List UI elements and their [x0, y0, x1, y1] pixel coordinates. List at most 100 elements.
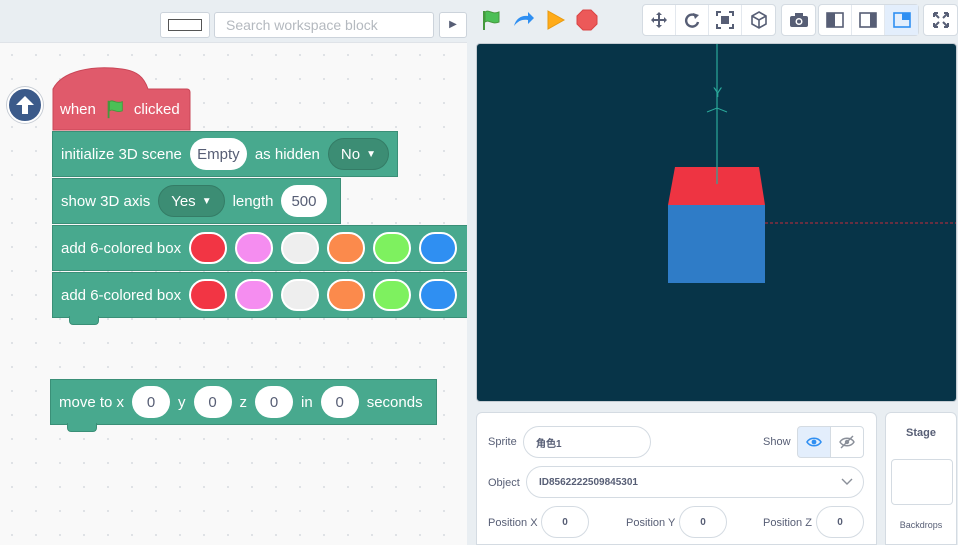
when-label: when	[60, 100, 96, 118]
sprite-info-panel: Sprite 角色1 Show Object ID856222250984530…	[476, 412, 877, 545]
axis-value: Yes	[171, 192, 196, 210]
code-workspace[interactable]: when clicked initialize 3D scene Empty a…	[0, 42, 467, 545]
stage-selector-panel[interactable]: Stage Backdrops	[885, 412, 957, 545]
search-workspace-input[interactable]: Search workspace block	[214, 12, 434, 38]
layout-small-stage-button[interactable]	[885, 5, 918, 35]
color-swatch-orange[interactable]	[327, 232, 366, 264]
in-label: in	[301, 393, 313, 411]
z-input[interactable]: 0	[255, 386, 294, 418]
layout-group	[818, 4, 919, 36]
3d-cube-icon	[750, 11, 767, 29]
cube-front-face	[668, 205, 765, 283]
add-6-colored-box-block[interactable]: add 6-colored box	[52, 225, 467, 271]
object-label: Object	[488, 477, 520, 489]
length-label: length	[232, 192, 274, 210]
top-toolbar: Search workspace block ▶	[0, 0, 958, 42]
z-label: z	[239, 393, 248, 411]
show-label: Show	[763, 436, 791, 448]
layout-left-icon	[826, 12, 844, 28]
sprite-name-input[interactable]: 角色1	[523, 426, 651, 458]
search-go-button[interactable]: ▶	[439, 12, 467, 38]
layout-small-stage-icon	[892, 12, 911, 28]
backdrops-label: Backdrops	[899, 520, 943, 530]
scroll-to-top-button[interactable]	[7, 87, 43, 123]
cube-tool-button[interactable]	[742, 5, 775, 35]
x-input[interactable]: 0	[132, 386, 171, 418]
color-swatch-blue[interactable]	[419, 232, 458, 264]
block-label: add 6-colored box	[61, 239, 182, 257]
axis-dropdown[interactable]: Yes ▼	[158, 185, 225, 217]
scene-input[interactable]: Empty	[189, 138, 247, 170]
camera-icon	[789, 13, 808, 27]
when-flag-clicked-block[interactable]: when clicked	[60, 98, 180, 120]
frame-tool-button[interactable]	[709, 5, 742, 35]
as-hidden-label: as hidden	[254, 145, 320, 163]
eye-slash-icon	[839, 435, 855, 449]
fullscreen-group	[923, 4, 958, 36]
object-value: ID8562222509845301	[539, 476, 638, 488]
stop-icon[interactable]	[575, 8, 599, 32]
color-swatch-pink[interactable]	[235, 232, 274, 264]
chevron-down-icon: ▼	[366, 148, 376, 160]
turbo-arrow-icon[interactable]	[511, 8, 535, 32]
position-y-input[interactable]: 0	[679, 506, 727, 538]
show-3d-axis-block[interactable]: show 3D axis Yes ▼ length 500	[52, 178, 341, 224]
y-input[interactable]: 0	[193, 386, 232, 418]
color-swatch-green[interactable]	[373, 232, 412, 264]
fullscreen-button[interactable]	[924, 5, 957, 35]
block-notch	[67, 423, 97, 432]
arrow-up-icon	[16, 96, 34, 114]
fullscreen-frame-icon	[716, 11, 734, 29]
stage-canvas[interactable]: Y	[476, 43, 957, 402]
show-visible-button[interactable]	[797, 426, 831, 458]
color-swatch-green[interactable]	[373, 279, 412, 311]
stage-thumbnail[interactable]	[891, 459, 953, 505]
layout-right-button[interactable]	[852, 5, 885, 35]
color-swatch-blue[interactable]	[419, 279, 458, 311]
block-label: show 3D axis	[61, 192, 151, 210]
hidden-dropdown[interactable]: No ▼	[327, 138, 389, 170]
workspace-thumbnail-button[interactable]	[160, 12, 210, 38]
color-swatch-orange[interactable]	[327, 279, 366, 311]
color-swatch-white[interactable]	[281, 279, 320, 311]
stage-title: Stage	[906, 427, 936, 439]
redo-tool-button[interactable]	[676, 5, 709, 35]
camera-group	[781, 4, 816, 36]
y-label: y	[178, 393, 186, 411]
add-6-colored-box-block[interactable]: add 6-colored box	[52, 272, 467, 325]
initialize-3d-scene-block[interactable]: initialize 3D scene Empty as hidden No ▼	[52, 131, 398, 177]
position-x-input[interactable]: 0	[541, 506, 589, 538]
camera-tools-group	[642, 4, 776, 36]
chevron-down-icon	[841, 478, 853, 485]
block-notch	[69, 316, 99, 325]
green-flag-icon[interactable]	[479, 8, 503, 32]
color-swatch-white[interactable]	[281, 232, 320, 264]
position-z-label: Position Z	[763, 517, 812, 529]
position-y-label: Position Y	[626, 517, 676, 529]
color-swatch-pink[interactable]	[235, 279, 274, 311]
expand-icon	[932, 12, 949, 28]
color-swatch-red[interactable]	[189, 232, 228, 264]
move-to-x-label: move to x	[59, 393, 125, 411]
sprite-label: Sprite	[488, 436, 517, 448]
color-swatch-red[interactable]	[189, 279, 228, 311]
move-icon	[651, 12, 667, 28]
app-root: Search workspace block ▶ when clicked in…	[0, 0, 958, 545]
eye-icon	[806, 437, 822, 447]
redo-icon	[684, 13, 700, 28]
hidden-value: No	[340, 145, 361, 163]
seconds-input[interactable]: 0	[320, 386, 359, 418]
length-input[interactable]: 500	[281, 185, 327, 217]
position-z-input[interactable]: 0	[816, 506, 864, 538]
layout-left-button[interactable]	[819, 5, 852, 35]
move-to-block[interactable]: move to x 0 y 0 z 0 in 0 seconds	[50, 379, 437, 432]
clicked-label: clicked	[133, 100, 180, 118]
seconds-label: seconds	[366, 393, 423, 411]
object-select[interactable]: ID8562222509845301	[526, 466, 864, 498]
y-axis-label: Y	[713, 84, 723, 100]
screenshot-button[interactable]	[782, 5, 815, 35]
show-hidden-button[interactable]	[830, 426, 864, 458]
play-icon[interactable]	[543, 8, 567, 32]
move-tool-button[interactable]	[643, 5, 676, 35]
block-label: initialize 3D scene	[61, 145, 182, 163]
